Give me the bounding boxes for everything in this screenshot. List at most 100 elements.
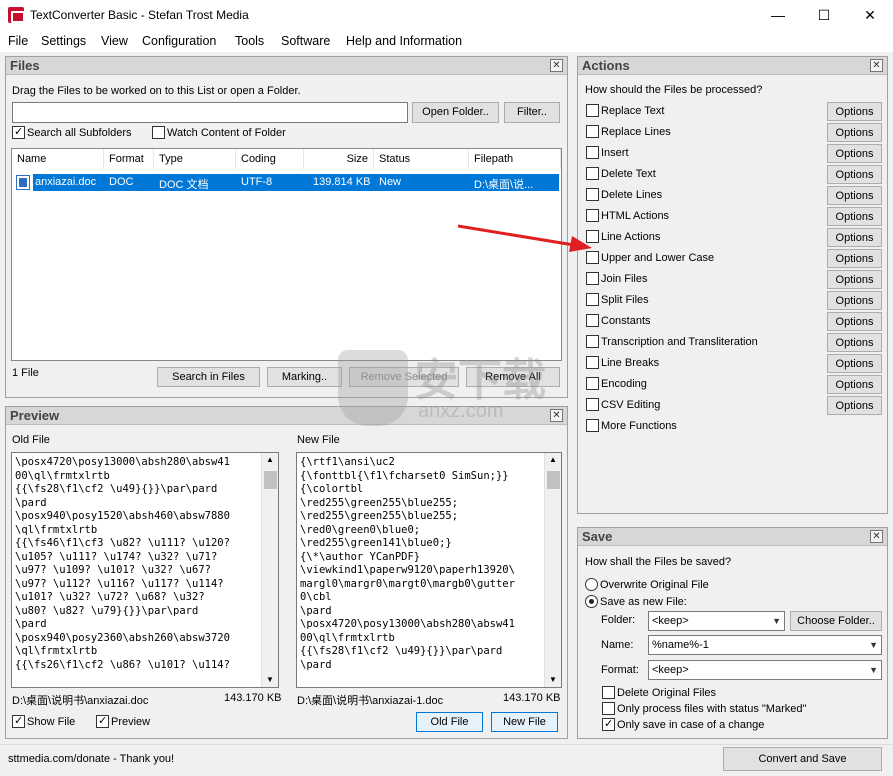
scroll-up-icon[interactable]: ▲ — [266, 455, 274, 464]
new-file-label: New File — [297, 434, 340, 446]
action-label-html-actions: HTML Actions — [601, 210, 670, 222]
options-button-replace-text[interactable]: Options — [827, 102, 882, 121]
action-checkbox-replace-text[interactable] — [586, 104, 599, 117]
scroll-thumb[interactable] — [264, 471, 277, 489]
save-panel-close-icon[interactable]: ✕ — [870, 530, 883, 543]
app-icon — [8, 7, 25, 23]
new-file-textarea[interactable]: {\rtf1\ansi\uc2 {\fonttbl{\f1\fcharset0 … — [296, 452, 562, 688]
options-button-transcription-and-transliteration[interactable]: Options — [827, 333, 882, 352]
close-window-button[interactable]: ✕ — [847, 0, 893, 30]
actions-question: How should the Files be processed? — [585, 84, 763, 96]
scroll-down-icon[interactable]: ▼ — [549, 675, 557, 684]
action-checkbox-line-breaks[interactable] — [586, 356, 599, 369]
menu-software[interactable]: Software — [281, 34, 330, 48]
options-button-split-files[interactable]: Options — [827, 291, 882, 310]
watch-folder-label: Watch Content of Folder — [167, 127, 286, 139]
menu-help[interactable]: Help and Information — [346, 34, 462, 48]
menu-tools[interactable]: Tools — [235, 34, 264, 48]
watermark-subtext: anxz.com — [418, 400, 504, 422]
menu-file[interactable]: File — [8, 34, 28, 48]
action-checkbox-csv-editing[interactable] — [586, 398, 599, 411]
delete-original-checkbox[interactable] — [602, 686, 615, 699]
watch-folder-checkbox[interactable] — [152, 126, 165, 139]
cell-filepath: D:\桌面\说... — [474, 179, 534, 191]
action-label-join-files: Join Files — [601, 273, 648, 285]
options-button-html-actions[interactable]: Options — [827, 207, 882, 226]
overwrite-label: Overwrite Original File — [600, 579, 709, 591]
cell-coding: UTF-8 — [241, 176, 273, 188]
column-header-type[interactable]: Type — [154, 149, 236, 169]
show-file-checkbox[interactable] — [12, 714, 25, 728]
scroll-up-icon[interactable]: ▲ — [549, 455, 557, 464]
save-panel-title: Save — [582, 529, 613, 544]
action-checkbox-join-files[interactable] — [586, 272, 599, 285]
column-header-size[interactable]: Size — [304, 149, 374, 169]
arrow-head — [569, 236, 592, 252]
preview-checkbox[interactable] — [96, 714, 109, 728]
marking-button[interactable]: Marking.. — [267, 367, 342, 387]
new-file-button[interactable]: New File — [491, 712, 558, 732]
search-subfolders-checkbox[interactable] — [12, 125, 25, 139]
table-row[interactable]: anxiazai.doc DOC DOC 文档 UTF-8 139.814 KB… — [33, 174, 559, 191]
options-button-constants[interactable]: Options — [827, 312, 882, 331]
old-file-textarea[interactable]: \posx4720\posy13000\absh280\absw41 00\ql… — [11, 452, 279, 688]
files-panel-close-icon[interactable]: ✕ — [550, 59, 563, 72]
options-button-join-files[interactable]: Options — [827, 270, 882, 289]
open-folder-button[interactable]: Open Folder.. — [412, 102, 499, 123]
action-checkbox-more-functions[interactable] — [586, 419, 599, 432]
actions-panel-close-icon[interactable]: ✕ — [870, 59, 883, 72]
search-in-files-button[interactable]: Search in Files — [157, 367, 260, 387]
options-button-insert[interactable]: Options — [827, 144, 882, 163]
old-file-scrollbar[interactable]: ▲ ▼ — [261, 453, 278, 687]
options-button-delete-lines[interactable]: Options — [827, 186, 882, 205]
minimize-button[interactable]: — — [755, 0, 801, 30]
action-checkbox-constants[interactable] — [586, 314, 599, 327]
cell-type: DOC 文档 — [159, 179, 209, 191]
menu-configuration[interactable]: Configuration — [142, 34, 216, 48]
cell-format: DOC — [109, 176, 134, 188]
column-header-filepath[interactable]: Filepath — [469, 149, 561, 169]
name-select[interactable]: %name%-1 ▼ — [648, 635, 882, 655]
only-change-checkbox[interactable] — [602, 717, 615, 731]
options-button-delete-text[interactable]: Options — [827, 165, 882, 184]
chevron-down-icon: ▼ — [869, 665, 878, 675]
folder-select[interactable]: <keep> ▼ — [648, 611, 785, 631]
cell-status: New — [379, 176, 402, 188]
column-header-coding[interactable]: Coding — [236, 149, 304, 169]
options-button-csv-editing[interactable]: Options — [827, 396, 882, 415]
action-checkbox-transcription-and-transliteration[interactable] — [586, 335, 599, 348]
overwrite-radio[interactable] — [585, 578, 598, 591]
options-button-encoding[interactable]: Options — [827, 375, 882, 394]
column-header-format[interactable]: Format — [104, 149, 154, 169]
options-button-replace-lines[interactable]: Options — [827, 123, 882, 142]
maximize-button[interactable]: ☐ — [801, 0, 847, 30]
convert-and-save-button[interactable]: Convert and Save — [723, 747, 882, 771]
action-checkbox-replace-lines[interactable] — [586, 125, 599, 138]
options-button-line-actions[interactable]: Options — [827, 228, 882, 247]
delete-original-label: Delete Original Files — [617, 687, 717, 699]
save-new-radio[interactable] — [585, 595, 598, 608]
action-checkbox-insert[interactable] — [586, 146, 599, 159]
column-header-name[interactable]: Name — [12, 149, 104, 169]
scroll-down-icon[interactable]: ▼ — [266, 675, 274, 684]
folder-path-input[interactable] — [12, 102, 408, 123]
action-checkbox-encoding[interactable] — [586, 377, 599, 390]
filter-button[interactable]: Filter.. — [504, 102, 560, 123]
column-header-status[interactable]: Status — [374, 149, 469, 169]
options-button-line-breaks[interactable]: Options — [827, 354, 882, 373]
menu-settings[interactable]: Settings — [41, 34, 86, 48]
folder-label: Folder: — [601, 614, 636, 626]
format-select[interactable]: <keep> ▼ — [648, 660, 882, 680]
action-checkbox-split-files[interactable] — [586, 293, 599, 306]
old-file-button[interactable]: Old File — [416, 712, 483, 732]
choose-folder-button[interactable]: Choose Folder.. — [790, 611, 882, 631]
preview-panel-close-icon[interactable]: ✕ — [550, 409, 563, 422]
donate-link[interactable]: sttmedia.com/donate - Thank you! — [8, 753, 174, 765]
action-checkbox-delete-lines[interactable] — [586, 188, 599, 201]
menu-view[interactable]: View — [101, 34, 128, 48]
action-checkbox-delete-text[interactable] — [586, 167, 599, 180]
new-file-scrollbar[interactable]: ▲ ▼ — [544, 453, 561, 687]
only-marked-checkbox[interactable] — [602, 702, 615, 715]
scroll-thumb[interactable] — [547, 471, 560, 489]
options-button-upper-and-lower-case[interactable]: Options — [827, 249, 882, 268]
